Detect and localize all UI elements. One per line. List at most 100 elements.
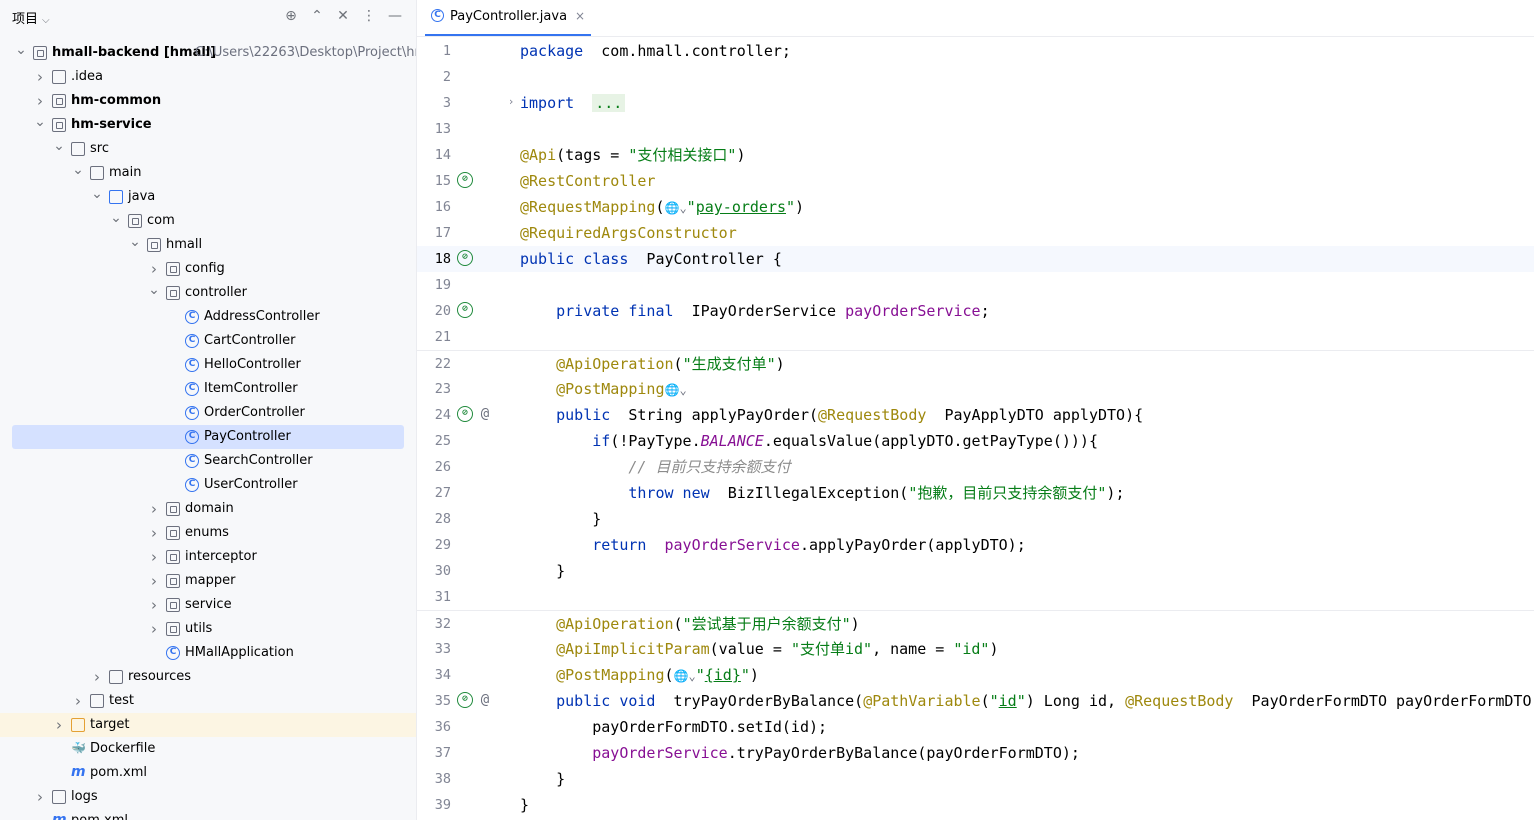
line-number[interactable]: 26 <box>417 454 451 480</box>
tree-item[interactable]: › .idea <box>0 65 416 89</box>
code-line[interactable]: 34 @PostMapping(🌐⌄"{id}") <box>417 662 1534 688</box>
chevron-down-icon[interactable]: ⌄ <box>52 134 66 158</box>
tree-item[interactable]: › logs <box>0 785 416 809</box>
code-line[interactable]: 36 payOrderFormDTO.setId(id); <box>417 714 1534 740</box>
tree-item[interactable]: C ItemController <box>0 377 416 401</box>
tree-item[interactable]: › mapper <box>0 569 416 593</box>
code-line[interactable]: 3 › import ... <box>417 90 1534 116</box>
line-number[interactable]: 22 <box>417 351 451 377</box>
chevron-down-icon[interactable]: ⌄ <box>33 110 47 134</box>
code-line[interactable]: 23 @PostMapping🌐⌄ <box>417 376 1534 402</box>
chevron-down-icon[interactable]: ⌄ <box>147 278 161 302</box>
chevron-right-icon[interactable]: › <box>147 593 161 617</box>
spring-bean-icon[interactable]: ⊘ <box>457 692 473 708</box>
tab-paycontroller[interactable]: C PayController.java × <box>425 0 592 36</box>
line-number[interactable]: 27 <box>417 480 451 506</box>
web-endpoint-icon[interactable]: 🌐⌄ <box>665 383 687 397</box>
tree-item[interactable]: ⌄ hmall <box>0 233 416 257</box>
code-line[interactable]: 35 ⊘ @ public void tryPayOrderByBalance(@P… <box>417 688 1534 714</box>
line-number[interactable]: 3 <box>417 90 451 116</box>
chevron-down-icon[interactable]: ⌄ <box>14 38 28 62</box>
line-number[interactable]: 39 <box>417 792 451 818</box>
chevron-right-icon[interactable]: › <box>147 545 161 569</box>
code-line[interactable]: 2 <box>417 64 1534 90</box>
code-line[interactable]: 19 <box>417 272 1534 298</box>
tree-item[interactable]: ⌄ controller <box>0 281 416 305</box>
tree-item[interactable]: › test <box>0 689 416 713</box>
line-number[interactable]: 25 <box>417 428 451 454</box>
code-line[interactable]: 15 ⊘ @RestController <box>417 168 1534 194</box>
options-icon[interactable]: ⋮ <box>359 6 379 26</box>
tree-item[interactable]: › domain <box>0 497 416 521</box>
chevron-right-icon[interactable]: › <box>33 65 47 89</box>
code-line[interactable]: 27 throw new BizIllegalException("抱歉，目前只… <box>417 480 1534 506</box>
tree-item[interactable]: C HMallApplication <box>0 641 416 665</box>
expand-all-icon[interactable]: ⌃ <box>307 6 327 26</box>
locate-file-icon[interactable]: ⊕ <box>281 6 301 26</box>
chevron-down-icon[interactable]: ⌄ <box>71 158 85 182</box>
tree-item[interactable]: ⌄ java <box>0 185 416 209</box>
web-endpoint-icon[interactable]: 🌐⌄ <box>674 669 696 683</box>
line-number[interactable]: 38 <box>417 766 451 792</box>
spring-bean-icon[interactable]: ⊘ <box>457 302 473 318</box>
hide-panel-icon[interactable]: — <box>385 6 405 26</box>
tree-item[interactable]: C CartController <box>0 329 416 353</box>
code-line[interactable]: 21 <box>417 324 1534 350</box>
chevron-down-icon[interactable]: ⌄ <box>109 206 123 230</box>
line-number[interactable]: 36 <box>417 714 451 740</box>
code-line[interactable]: 16 @RequestMapping(🌐⌄"pay-orders") <box>417 194 1534 220</box>
tree-item[interactable]: › target <box>0 713 416 737</box>
line-number[interactable]: 13 <box>417 116 451 142</box>
code-line[interactable]: 30 } <box>417 558 1534 584</box>
line-number[interactable]: 32 <box>417 611 451 637</box>
line-number[interactable]: 35 <box>417 688 451 714</box>
project-view-selector[interactable]: 项目 ⌵ <box>12 8 50 27</box>
chevron-down-icon[interactable]: ⌄ <box>128 230 142 254</box>
code-line[interactable]: 33 @ApiImplicitParam(value = "支付单id", na… <box>417 636 1534 662</box>
spring-bean-icon[interactable]: ⊘ <box>457 172 473 188</box>
tree-item[interactable]: › resources <box>0 665 416 689</box>
code-line[interactable]: 28 } <box>417 506 1534 532</box>
code-line[interactable]: 17 @RequiredArgsConstructor <box>417 220 1534 246</box>
line-number[interactable]: 30 <box>417 558 451 584</box>
code-line[interactable]: 32 @ApiOperation("尝试基于用户余额支付") <box>417 610 1534 636</box>
line-number[interactable]: 31 <box>417 584 451 610</box>
annotation-icon[interactable]: @ <box>477 406 493 422</box>
tree-item[interactable]: m pom.xml <box>0 809 416 820</box>
code-line[interactable]: 37 payOrderService.tryPayOrderByBalance(… <box>417 740 1534 766</box>
tree-item[interactable]: C UserController <box>0 473 416 497</box>
line-number[interactable]: 18 <box>417 246 451 272</box>
line-number[interactable]: 21 <box>417 324 451 350</box>
tree-item[interactable]: ⌄ src <box>0 137 416 161</box>
code-view[interactable]: 1 package com.hmall.controller; 2 3 › import … <box>417 38 1534 818</box>
code-line[interactable]: 38 } <box>417 766 1534 792</box>
line-number[interactable]: 19 <box>417 272 451 298</box>
tree-item[interactable]: m pom.xml <box>0 761 416 785</box>
code-line[interactable]: 26 // 目前只支持余额支付 <box>417 454 1534 480</box>
tree-item[interactable]: C OrderController <box>0 401 416 425</box>
spring-bean-icon[interactable]: ⊘ <box>457 250 473 266</box>
annotation-icon[interactable]: @ <box>477 692 493 708</box>
chevron-right-icon[interactable]: › <box>147 497 161 521</box>
web-endpoint-icon[interactable]: 🌐⌄ <box>665 201 687 215</box>
tree-item[interactable]: C HelloController <box>0 353 416 377</box>
line-number[interactable]: 17 <box>417 220 451 246</box>
line-number[interactable]: 33 <box>417 636 451 662</box>
line-number[interactable]: 16 <box>417 194 451 220</box>
tree-item[interactable]: C PayController <box>0 425 416 449</box>
close-icon[interactable]: × <box>575 9 585 23</box>
line-number[interactable]: 14 <box>417 142 451 168</box>
line-number[interactable]: 24 <box>417 402 451 428</box>
line-number[interactable]: 37 <box>417 740 451 766</box>
code-line[interactable]: 24 ⊘ @ public String applyPayOrder(@Reques… <box>417 402 1534 428</box>
line-number[interactable]: 34 <box>417 662 451 688</box>
line-number[interactable]: 29 <box>417 532 451 558</box>
tree-item[interactable]: › service <box>0 593 416 617</box>
tree-item[interactable]: ⌄ hmall-backend [hmall] C:\Users\22263\Des… <box>0 41 416 65</box>
chevron-right-icon[interactable]: › <box>147 521 161 545</box>
tree-item[interactable]: › interceptor <box>0 545 416 569</box>
line-number[interactable]: 1 <box>417 38 451 64</box>
line-number[interactable]: 23 <box>417 376 451 402</box>
tree-item[interactable]: ⌄ com <box>0 209 416 233</box>
tree-item[interactable]: › enums <box>0 521 416 545</box>
